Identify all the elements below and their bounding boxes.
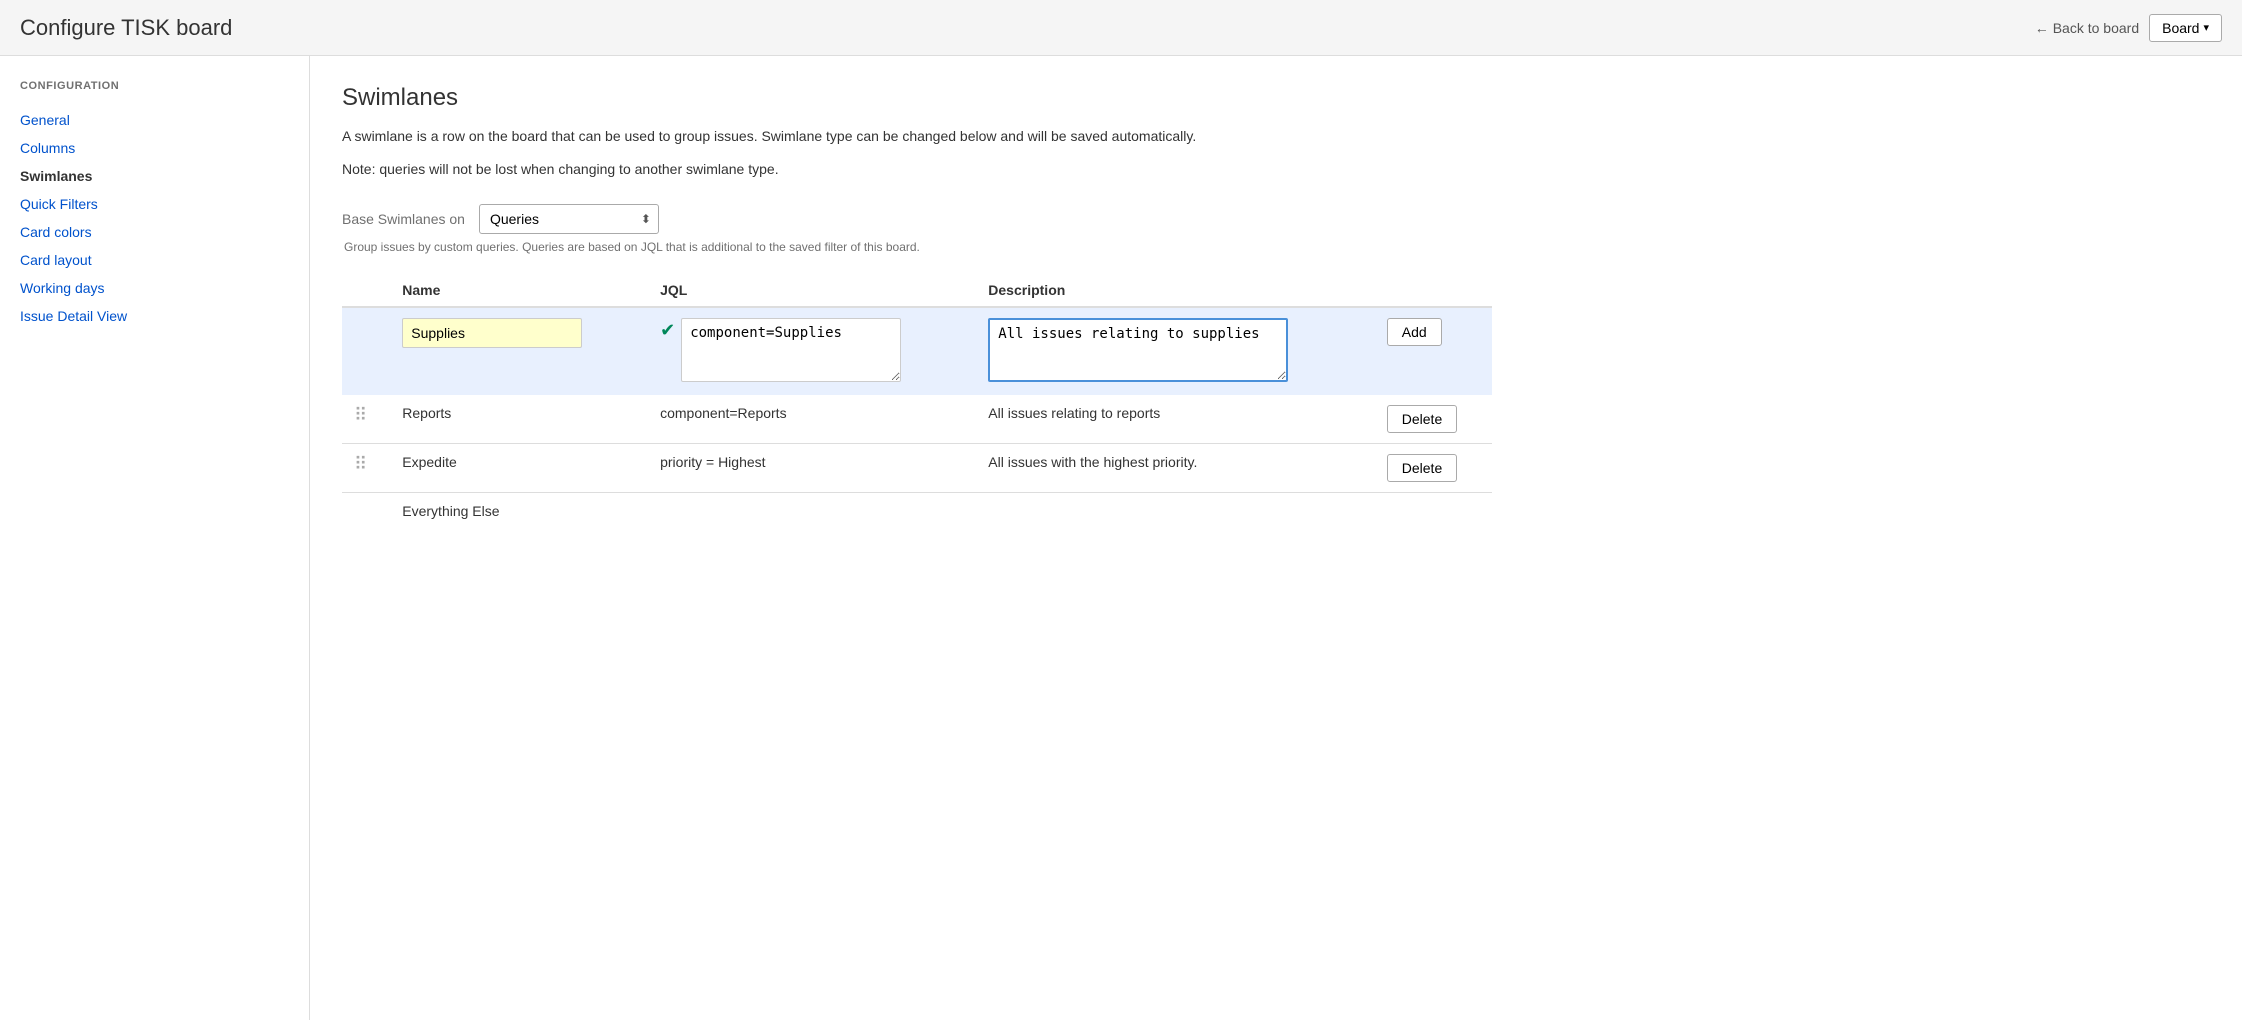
- drag-cell: ⠿: [342, 444, 390, 493]
- base-swimlanes-label: Base Swimlanes on: [342, 211, 465, 227]
- jql-cell-wrapper: ✔ component=Supplies: [660, 318, 964, 382]
- back-to-board-link[interactable]: Back to board: [2035, 20, 2139, 36]
- header-right: Back to board Board: [2035, 14, 2222, 42]
- sidebar-item-issue-detail-view[interactable]: Issue Detail View: [20, 302, 289, 330]
- desc-cell: All issues relating to reports: [976, 395, 1374, 444]
- name-input[interactable]: [402, 318, 582, 348]
- add-button[interactable]: Add: [1387, 318, 1442, 346]
- desc-cell: All issues with the highest priority.: [976, 444, 1374, 493]
- jql-textarea[interactable]: component=Supplies: [681, 318, 901, 382]
- sidebar-section-title: CONFIGURATION: [20, 80, 289, 92]
- sidebar-item-columns[interactable]: Columns: [20, 134, 289, 162]
- base-swimlanes-select[interactable]: Queries Assignees Epics Stories No Swiml…: [479, 204, 659, 234]
- name-cell: Reports: [390, 395, 648, 444]
- base-swimlanes-select-wrapper: Queries Assignees Epics Stories No Swiml…: [479, 204, 659, 234]
- edit-desc-cell: All issues relating to supplies: [976, 307, 1374, 395]
- header: Configure TISK board Back to board Board: [0, 0, 2242, 56]
- main-content: Swimlanes A swimlane is a row on the boa…: [310, 56, 2242, 1020]
- edit-name-cell: [390, 307, 648, 395]
- col-jql-header: JQL: [648, 274, 976, 307]
- swimlanes-heading: Swimlanes: [342, 84, 2210, 112]
- sidebar-item-working-days[interactable]: Working days: [20, 274, 289, 302]
- sidebar: CONFIGURATION General Columns Swimlanes …: [0, 56, 310, 1020]
- edit-drag-cell: [342, 307, 390, 395]
- sidebar-item-card-layout[interactable]: Card layout: [20, 246, 289, 274]
- edit-row: ✔ component=Supplies All issues relating…: [342, 307, 1492, 395]
- page-title: Configure TISK board: [20, 15, 232, 41]
- sidebar-item-swimlanes[interactable]: Swimlanes: [20, 162, 289, 190]
- sidebar-item-quick-filters[interactable]: Quick Filters: [20, 190, 289, 218]
- delete-button-reports[interactable]: Delete: [1387, 405, 1457, 433]
- board-button[interactable]: Board: [2149, 14, 2222, 42]
- col-name-header: Name: [390, 274, 648, 307]
- desc-textarea[interactable]: All issues relating to supplies: [988, 318, 1288, 382]
- table-header-row: Name JQL Description: [342, 274, 1492, 307]
- col-desc-header: Description: [976, 274, 1374, 307]
- action-cell: Delete: [1375, 395, 1492, 444]
- base-swimlanes-row: Base Swimlanes on Queries Assignees Epic…: [342, 204, 2210, 234]
- base-swimlanes-hint: Group issues by custom queries. Queries …: [344, 240, 2210, 254]
- main-layout: CONFIGURATION General Columns Swimlanes …: [0, 56, 2242, 1020]
- everything-else-row: Everything Else: [342, 493, 1492, 530]
- col-action-header: [1375, 274, 1492, 307]
- delete-button-expedite[interactable]: Delete: [1387, 454, 1457, 482]
- swimlanes-desc-2: Note: queries will not be lost when chan…: [342, 159, 1442, 180]
- swimlanes-desc-1: A swimlane is a row on the board that ca…: [342, 126, 1442, 147]
- sidebar-item-general[interactable]: General: [20, 106, 289, 134]
- drag-handle-icon[interactable]: ⠿: [354, 405, 371, 425]
- jql-cell: priority = Highest: [648, 444, 976, 493]
- drag-handle-icon[interactable]: ⠿: [354, 454, 371, 474]
- col-drag-header: [342, 274, 390, 307]
- drag-cell: ⠿: [342, 395, 390, 444]
- table-row: ⠿ Reports component=Reports All issues r…: [342, 395, 1492, 444]
- edit-action-cell: Add: [1375, 307, 1492, 395]
- table-row: ⠿ Expedite priority = Highest All issues…: [342, 444, 1492, 493]
- drag-cell: [342, 493, 390, 530]
- jql-cell: component=Reports: [648, 395, 976, 444]
- swimlanes-table: Name JQL Description ✔ compone: [342, 274, 1492, 529]
- edit-jql-cell: ✔ component=Supplies: [648, 307, 976, 395]
- everything-else-action: [1375, 493, 1492, 530]
- sidebar-item-card-colors[interactable]: Card colors: [20, 218, 289, 246]
- action-cell: Delete: [1375, 444, 1492, 493]
- name-cell: Expedite: [390, 444, 648, 493]
- jql-check-icon: ✔: [660, 320, 675, 341]
- everything-else-cell: Everything Else: [390, 493, 1375, 530]
